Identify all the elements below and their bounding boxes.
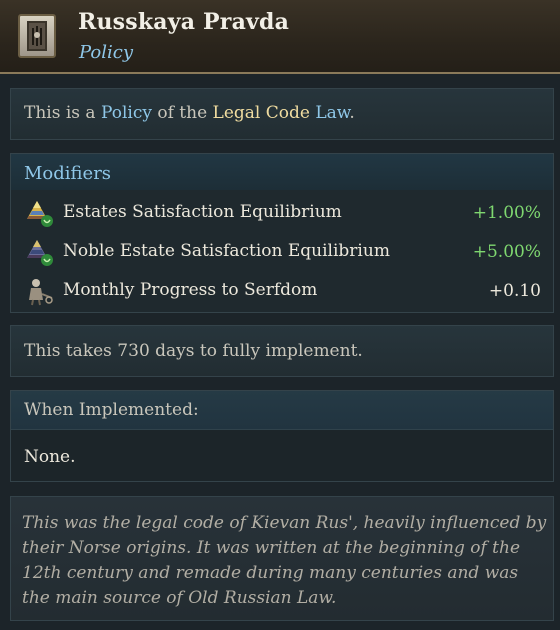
flavor-panel: This was the legal code of Kievan Rus', …: [10, 496, 554, 621]
implementation-duration-text: This takes 730 days to fully implement.: [24, 341, 363, 361]
noble-estate-icon: [25, 237, 55, 267]
duration-panel: This takes 730 days to fully implement.: [10, 325, 554, 377]
modifier-value: +1.00%: [472, 203, 541, 223]
modifier-label: Estates Satisfaction Equilibrium: [63, 202, 342, 222]
policy-type-label: Policy: [79, 42, 133, 63]
policy-tooltip: Russkaya Pravda Policy This is a Policy …: [0, 0, 560, 630]
modifiers-title: Modifiers: [24, 163, 112, 184]
policy-title: Russkaya Pravda: [78, 9, 290, 35]
policy-link[interactable]: Policy: [101, 103, 152, 123]
modifiers-panel: Modifiers Estates Satisfaction Equilibri…: [10, 153, 554, 313]
modifier-value: +5.00%: [472, 242, 541, 262]
law-scroll-icon: [18, 14, 56, 58]
when-implemented-header: When Implemented:: [11, 391, 553, 430]
modifier-label: Noble Estate Satisfaction Equilibrium: [63, 241, 390, 261]
intro-middle: of the: [151, 103, 213, 123]
modifier-row[interactable]: Estates Satisfaction Equilibrium +1.00%: [11, 194, 553, 232]
law-name-link[interactable]: Legal Code: [213, 103, 310, 123]
intro-suffix: .: [349, 103, 355, 123]
modifier-row[interactable]: Noble Estate Satisfaction Equilibrium +5…: [11, 233, 553, 271]
intro-text: This is a Policy of the Legal Code Law.: [24, 103, 355, 123]
modifier-label: Monthly Progress to Serfdom: [63, 280, 318, 300]
modifiers-header: Modifiers: [11, 154, 553, 190]
serfdom-peasant-icon: [25, 276, 55, 306]
when-implemented-title: When Implemented:: [24, 400, 199, 420]
law-link[interactable]: Law: [310, 103, 349, 123]
modifier-value: +0.10: [488, 281, 541, 301]
flavor-text: This was the legal code of Kievan Rus', …: [22, 513, 547, 608]
when-implemented-value: None.: [24, 447, 76, 467]
estates-pyramid-icon: [25, 198, 55, 228]
intro-panel: This is a Policy of the Legal Code Law.: [10, 88, 554, 140]
modifier-row[interactable]: Monthly Progress to Serfdom +0.10: [11, 272, 553, 310]
intro-prefix: This is a: [24, 103, 101, 123]
tooltip-header: Russkaya Pravda Policy: [0, 0, 560, 74]
when-implemented-panel: When Implemented: None.: [10, 390, 554, 482]
